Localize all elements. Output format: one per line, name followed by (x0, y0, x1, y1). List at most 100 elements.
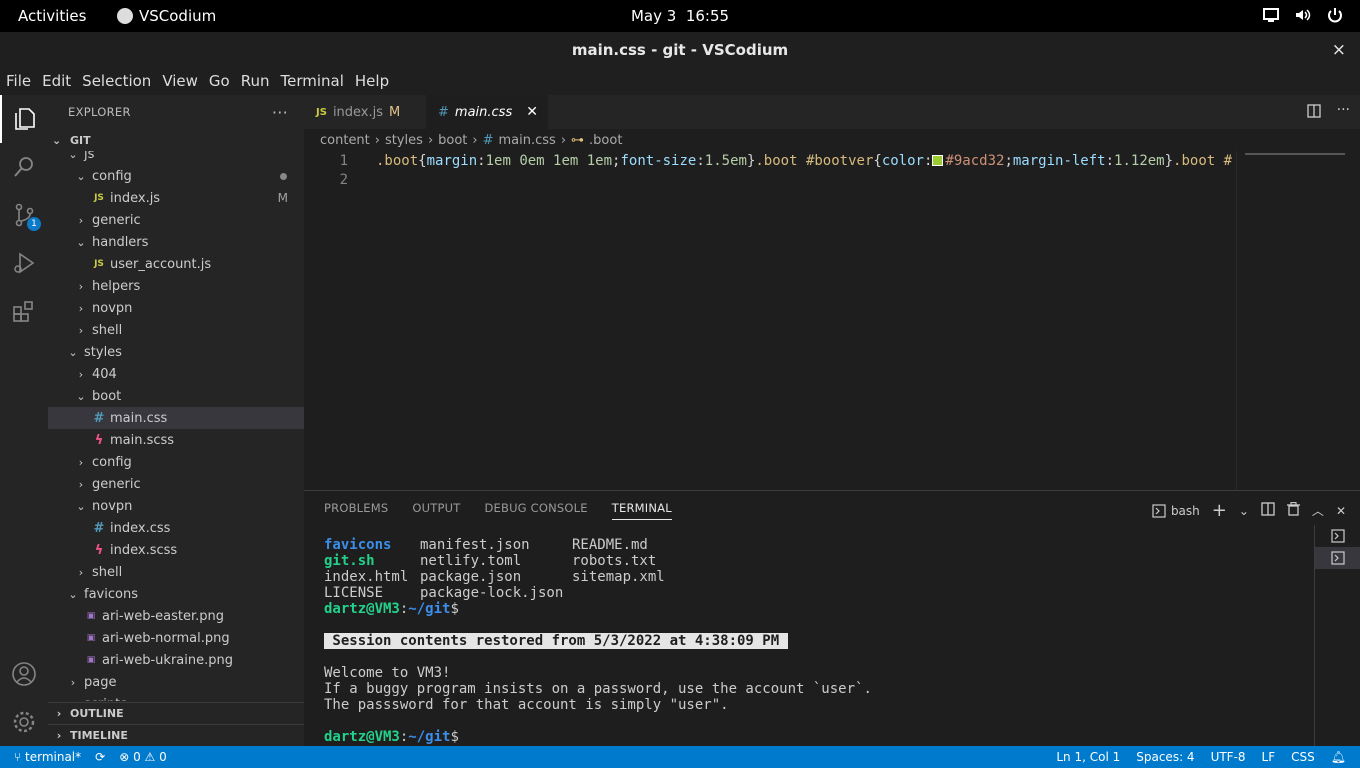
menu-file[interactable]: File (6, 68, 31, 95)
remote-status[interactable]: ⑂ terminal* (14, 750, 81, 764)
tree-folder[interactable]: › generic (48, 473, 304, 495)
split-terminal-icon[interactable] (1261, 502, 1275, 519)
indentation[interactable]: Spaces: 4 (1136, 750, 1194, 764)
tree-file[interactable]: JS user_account.js (48, 253, 304, 275)
sync-icon[interactable]: ⟳ (95, 750, 105, 764)
power-icon[interactable] (1326, 6, 1344, 24)
tab-debug-console[interactable]: DEBUG CONSOLE (484, 501, 587, 520)
trash-icon[interactable] (1286, 502, 1300, 519)
tree-folder[interactable]: › helpers (48, 275, 304, 297)
tree-folder[interactable]: › page (48, 671, 304, 693)
tree-folder[interactable]: › shell (48, 561, 304, 583)
close-panel-icon[interactable]: ✕ (1336, 504, 1346, 518)
end-of-line[interactable]: LF (1262, 750, 1276, 764)
maximize-panel-chevron-up-icon[interactable]: ︿ (1312, 502, 1324, 519)
code-editor[interactable]: 1 2 .boot{margin:1em 0em 1em 1em;font-si… (304, 151, 1236, 490)
menu-help[interactable]: Help (355, 68, 389, 95)
tab-terminal[interactable]: TERMINAL (611, 501, 672, 520)
tree-folder[interactable]: › novpn (48, 297, 304, 319)
problems-status[interactable]: ⊗ 0 ⚠ 0 (119, 750, 167, 764)
tree-folder[interactable]: ⌄ favicons (48, 583, 304, 605)
chevron-down-icon: ⌄ (52, 133, 62, 147)
minimap[interactable] (1236, 151, 1348, 490)
tree-folder[interactable]: ⌄ styles (48, 341, 304, 363)
modified-badge: M (389, 104, 401, 120)
breadcrumb-item[interactable]: content (320, 133, 370, 148)
tree-file[interactable]: ▣ ari-web-ukraine.png (48, 649, 304, 671)
menu-go[interactable]: Go (209, 68, 230, 95)
search-activity-icon[interactable] (0, 143, 48, 191)
editor-scrollbar[interactable] (1348, 151, 1360, 490)
tree-item-label: styles (84, 344, 122, 360)
chevron-right-icon: › (78, 367, 84, 381)
tree-file[interactable]: # main.css (48, 407, 304, 429)
timeline-section[interactable]: › TIMELINE (48, 724, 304, 746)
split-editor-icon[interactable] (1306, 104, 1321, 122)
tree-folder[interactable]: › 404 (48, 363, 304, 385)
tree-folder[interactable]: › generic (48, 209, 304, 231)
explorer-activity-icon[interactable] (0, 95, 48, 143)
time: 16:55 (685, 7, 730, 25)
language-mode[interactable]: CSS (1291, 750, 1315, 764)
tab-output[interactable]: OUTPUT (412, 501, 460, 520)
breadcrumb-item[interactable]: styles (385, 133, 423, 148)
menu-view[interactable]: View (162, 68, 198, 95)
tree-file[interactable]: ϟ main.scss (48, 429, 304, 451)
menu-edit[interactable]: Edit (42, 68, 71, 95)
tree-folder[interactable]: ⌄ novpn (48, 495, 304, 517)
tree-file[interactable]: ϟ index.scss (48, 539, 304, 561)
tab-close-button[interactable]: ✕ (526, 104, 538, 120)
accounts-icon[interactable] (0, 650, 48, 698)
clock-button[interactable]: May 3 16:55 (631, 7, 729, 25)
tree-folder[interactable]: › config (48, 451, 304, 473)
tree-folder[interactable]: ⌄ config (48, 165, 304, 187)
terminal-shell-selector[interactable]: bash (1152, 504, 1200, 518)
tree-folder[interactable]: ⌄ boot (48, 385, 304, 407)
tab-main-css[interactable]: # main.css ✕ (426, 95, 548, 129)
terminal-output[interactable]: favicons manifest.json README.md git.sh netl… (324, 537, 1304, 745)
app-menu[interactable]: VSCodium (117, 7, 216, 25)
minimap-line (1245, 153, 1345, 155)
color-swatch[interactable] (932, 155, 944, 166)
terminal-icon (1330, 551, 1345, 565)
new-terminal-plus-icon[interactable]: + (1212, 500, 1227, 521)
terminal-text: Welcome to VM3! (324, 665, 451, 681)
tab-index-js[interactable]: JS index.js M (304, 95, 426, 129)
chevron-down-icon[interactable]: ⌄ (1239, 504, 1249, 518)
activities-button[interactable]: Activities (18, 7, 86, 25)
breadcrumb-item[interactable]: main.css (499, 133, 556, 148)
tree-file[interactable]: ▣ ari-web-normal.png (48, 627, 304, 649)
run-debug-activity-icon[interactable] (0, 239, 48, 287)
notifications-bell-icon[interactable]: 🔔︎ (1331, 750, 1346, 764)
tree-file[interactable]: # index.css (48, 517, 304, 539)
menu-selection[interactable]: Selection (82, 68, 151, 95)
extensions-activity-icon[interactable] (0, 287, 48, 335)
breadcrumb-item[interactable]: .boot (589, 133, 622, 148)
terminal-text: sitemap.xml (572, 569, 665, 585)
breadcrumb-item[interactable]: boot (438, 133, 467, 148)
volume-icon[interactable] (1294, 6, 1312, 24)
window-close-button[interactable]: × (1332, 32, 1346, 68)
terminal-instance[interactable] (1315, 525, 1360, 547)
outline-section[interactable]: › OUTLINE (48, 702, 304, 724)
tree-folder[interactable]: ⌄ handlers (48, 231, 304, 253)
menu-run[interactable]: Run (241, 68, 270, 95)
workspace-root-folder[interactable]: ⌄ GIT (48, 129, 304, 151)
vscodium-app-icon (117, 8, 133, 24)
encoding[interactable]: UTF-8 (1211, 750, 1246, 764)
tree-folder[interactable]: › shell (48, 319, 304, 341)
more-actions-icon[interactable]: ··· (1337, 103, 1350, 122)
explorer-more-actions-button[interactable]: ··· (272, 103, 288, 122)
tab-problems[interactable]: PROBLEMS (324, 501, 388, 520)
tree-folder[interactable]: ⌄ js (48, 151, 304, 165)
screen-icon[interactable] (1262, 6, 1280, 24)
source-control-activity-icon[interactable]: 1 (0, 191, 48, 239)
tree-folder[interactable]: › scripts (48, 693, 304, 702)
terminal-instance[interactable] (1315, 547, 1360, 569)
tree-file[interactable]: JS index.js M (48, 187, 304, 209)
menu-terminal[interactable]: Terminal (281, 68, 344, 95)
tree-file[interactable]: ▣ ari-web-easter.png (48, 605, 304, 627)
cursor-position[interactable]: Ln 1, Col 1 (1056, 750, 1120, 764)
settings-gear-icon[interactable] (0, 698, 48, 746)
date: May 3 (630, 7, 677, 25)
